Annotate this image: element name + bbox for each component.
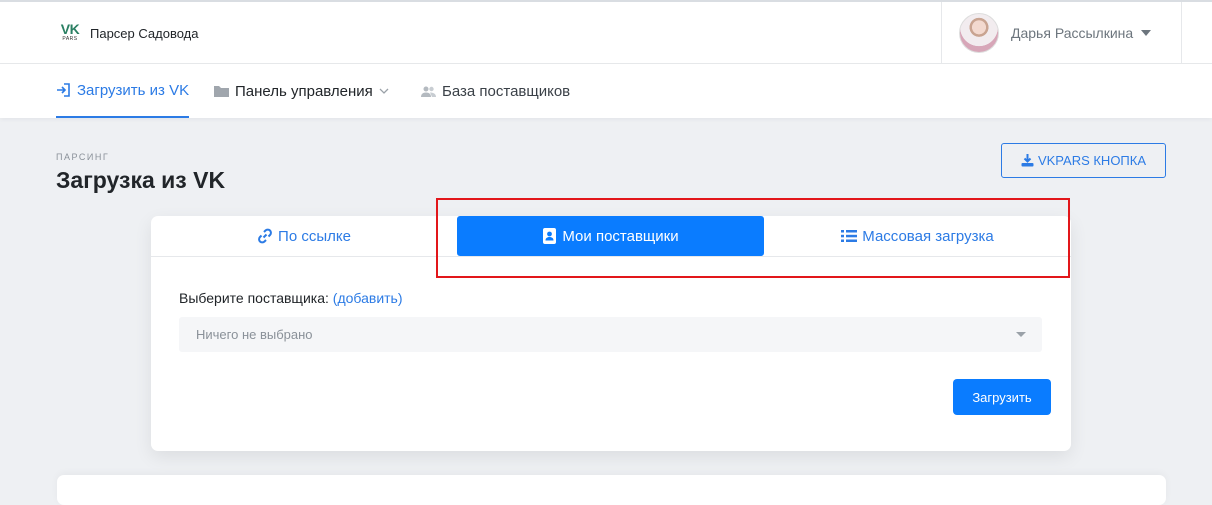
- highlight-frame: [436, 198, 1070, 278]
- avatar: [959, 13, 999, 53]
- download-icon: [1021, 154, 1034, 167]
- nav-item-upload-vk[interactable]: Загрузить из VK: [56, 64, 190, 118]
- tab-by-link[interactable]: По ссылке: [151, 216, 457, 256]
- top-header: VK PARS Парсер Садовода Дарья Рассылкина: [0, 0, 1212, 64]
- app-name: Парсер Садовода: [90, 25, 199, 41]
- nav-item-suppliers-db[interactable]: База поставщиков: [421, 64, 570, 118]
- logo-main-text: VK: [60, 21, 80, 37]
- vkpars-button-label: VKPARS КНОПКА: [1037, 153, 1147, 168]
- tab-label: По ссылке: [278, 227, 351, 245]
- supplier-select-value: Ничего не выбрано: [196, 327, 313, 342]
- supplier-label: Выберите поставщика:: [179, 290, 329, 306]
- nav-item-dashboard[interactable]: Панель управления: [214, 64, 395, 118]
- upload-submit-button[interactable]: Загрузить: [953, 379, 1051, 415]
- link-icon: [258, 228, 272, 244]
- users-icon: [421, 86, 436, 97]
- lower-card: [57, 475, 1166, 505]
- user-name: Дарья Рассылкина: [1011, 25, 1134, 41]
- vkpars-logo: VK PARS: [59, 22, 81, 44]
- caret-down-icon: [1016, 332, 1026, 337]
- page-title: Загрузка из VK: [56, 167, 226, 193]
- folder-icon: [214, 86, 229, 97]
- nav-item-label: База поставщиков: [442, 82, 571, 100]
- chevron-down-icon: [1141, 30, 1152, 36]
- main-nav: Загрузить из VK Панель управления База п…: [0, 64, 1212, 118]
- add-supplier-link[interactable]: (добавить): [333, 290, 403, 306]
- chevron-down-icon: [379, 88, 389, 94]
- vkpars-button-download[interactable]: VKPARS КНОПКА: [1001, 143, 1166, 178]
- logo-sub-text: PARS: [62, 36, 78, 42]
- sign-in-icon: [57, 83, 70, 97]
- supplier-select[interactable]: Ничего не выбрано: [179, 317, 1042, 352]
- nav-item-label: Загрузить из VK: [77, 81, 190, 99]
- user-menu[interactable]: Дарья Рассылкина: [941, 2, 1182, 64]
- brand[interactable]: VK PARS Парсер Садовода: [59, 22, 199, 44]
- supplier-label-row: Выберите поставщика: (добавить): [179, 290, 403, 306]
- nav-item-label: Панель управления: [235, 82, 373, 100]
- page-kicker: ПАРСИНГ: [56, 152, 110, 162]
